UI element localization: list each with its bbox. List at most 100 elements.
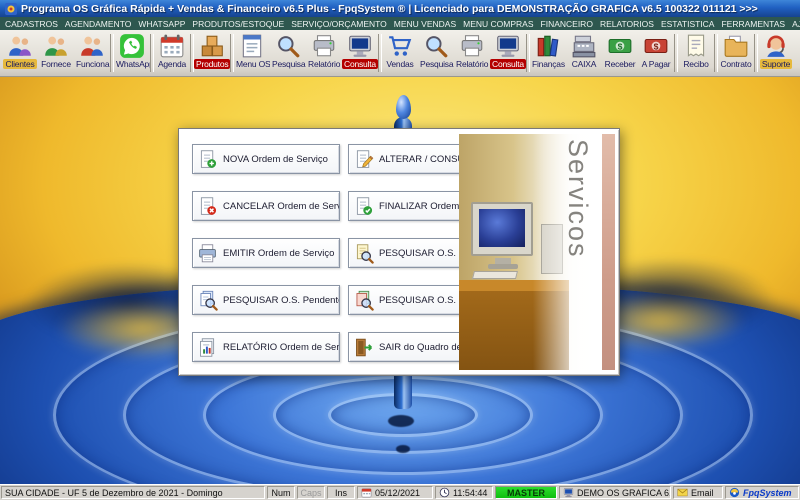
dialog-button-emitir-ordem-de-servico[interactable]: EMITIR Ordem de Serviço xyxy=(192,238,340,268)
photo-desk xyxy=(459,280,569,291)
toolbar-button-menu-os[interactable]: Menu OS xyxy=(234,31,270,75)
toolbar-button-consulta[interactable]: Consulta xyxy=(342,31,378,75)
calendar-icon xyxy=(159,33,185,59)
toolbar-button-financas[interactable]: Finanças xyxy=(530,31,566,75)
svg-text:$: $ xyxy=(654,41,659,51)
status-date: 05/12/2021 xyxy=(357,486,433,499)
status-location: SUA CIDADE - UF 5 de Dezembro de 2021 - … xyxy=(1,486,265,499)
dialog-button-nova-ordem-de-servico[interactable]: NOVA Ordem de Serviço xyxy=(192,144,340,174)
app-icon xyxy=(5,2,17,15)
menu-item-ajuda[interactable]: AJUDA xyxy=(792,19,800,29)
toolbar-button-pesquisa[interactable]: Pesquisa xyxy=(270,31,306,75)
toolbar-button-whatsapp[interactable]: WhatsApp xyxy=(114,31,150,75)
toolbar-button-receber[interactable]: $ Receber xyxy=(602,31,638,75)
people-blue-icon xyxy=(7,33,33,59)
people-red-icon xyxy=(79,33,105,59)
photo-monitor-base xyxy=(488,264,518,269)
search-icon xyxy=(275,33,301,59)
calendar-icon xyxy=(361,487,372,498)
photo-computer-tower xyxy=(541,224,563,274)
receipt-icon xyxy=(683,33,709,59)
printer-icon xyxy=(459,33,485,59)
toolbar-button-recibo[interactable]: Recibo xyxy=(678,31,714,75)
toolbar-label: Contrato xyxy=(720,59,752,69)
toolbar-label: Vendas xyxy=(386,59,414,69)
status-bar: SUA CIDADE - UF 5 de Dezembro de 2021 - … xyxy=(0,484,800,500)
doc-cancel-icon xyxy=(197,196,218,217)
water-drop-shadow xyxy=(388,415,414,427)
menu-item-whatsapp[interactable]: WHATSAPP xyxy=(138,19,185,29)
toolbar-label: Funciona xyxy=(76,59,110,69)
toolbar-button-produtos[interactable]: Produtos xyxy=(194,31,230,75)
toolbar-button-consulta[interactable]: Consulta xyxy=(490,31,526,75)
dialog-vertical-title: Servicos xyxy=(563,139,593,259)
toolbar-label: Consulta xyxy=(490,59,526,69)
dialog-button-relatorio-ordem-de-servicos[interactable]: RELATÓRIO Ordem de Serviços xyxy=(192,332,340,362)
toolbar-button-agenda[interactable]: Agenda xyxy=(154,31,190,75)
toolbar-button-caixa[interactable]: CAIXA xyxy=(566,31,602,75)
search-docs3-icon xyxy=(353,290,374,311)
menu-item-servico-orcamento[interactable]: SERVIÇO/ORÇAMENTO xyxy=(291,19,387,29)
menu-item-cadastros[interactable]: CADASTROS xyxy=(5,19,58,29)
menu-item-financeiro[interactable]: FINANCEIRO xyxy=(541,19,593,29)
dialog-button-label: RELATÓRIO Ordem de Serviços xyxy=(223,341,340,353)
printer-icon xyxy=(311,33,337,59)
dialog-button-label: EMITIR Ordem de Serviço xyxy=(223,247,335,259)
toolbar-button-relatorio[interactable]: Relatório xyxy=(306,31,342,75)
svg-text:$: $ xyxy=(618,41,623,51)
photo-monitor-stand xyxy=(495,258,511,264)
menu-item-produtos-estoque[interactable]: PRODUTOS/ESTOQUE xyxy=(192,19,284,29)
status-user-badge: MASTER xyxy=(495,486,557,499)
os-doc-icon xyxy=(239,33,265,59)
toolbar-button-contrato[interactable]: Contrato xyxy=(718,31,754,75)
exit-icon xyxy=(353,337,374,358)
people-green-icon xyxy=(43,33,69,59)
status-email-label: Email xyxy=(691,487,714,498)
water-droplet xyxy=(396,95,411,119)
title-bar[interactable]: Programa OS Gráfica Rápida + Vendas & Fi… xyxy=(0,0,800,17)
toolbar-button-clientes[interactable]: Clientes xyxy=(2,31,38,75)
search-docs2-icon xyxy=(197,290,218,311)
status-time: 11:54:44 xyxy=(435,486,493,499)
toolbar-label: Consulta xyxy=(342,59,378,69)
status-email-button[interactable]: Email xyxy=(673,486,723,499)
whatsapp-icon xyxy=(119,33,145,59)
toolbar-label: CAIXA xyxy=(571,59,597,69)
toolbar-button-a-pagar[interactable]: $ A Pagar xyxy=(638,31,674,75)
application-window: Programa OS Gráfica Rápida + Vendas & Fi… xyxy=(0,0,800,500)
status-caps-lock: Caps xyxy=(297,486,325,499)
menu-item-menu-compras[interactable]: MENU COMPRAS xyxy=(463,19,533,29)
status-num-lock: Num xyxy=(267,486,295,499)
toolbar-button-fornece[interactable]: Fornece xyxy=(38,31,74,75)
computer-icon xyxy=(563,487,574,498)
menu-item-relatorios[interactable]: RELATORIOS xyxy=(600,19,654,29)
toolbar-button-funciona[interactable]: Funciona xyxy=(74,31,110,75)
dialog-button-pesquisar-o-s-pendentes[interactable]: PESQUISAR O.S. Pendentes xyxy=(192,285,340,315)
status-brand-label: FpqSystem xyxy=(743,487,792,498)
status-date-value: 05/12/2021 xyxy=(375,487,421,498)
status-system-value: DEMO OS GRAFICA 6.5 xyxy=(577,487,671,498)
toolbar-button-pesquisa[interactable]: Pesquisa xyxy=(418,31,454,75)
toolbar-label: WhatsApp xyxy=(116,59,150,69)
menu-item-menu-vendas[interactable]: MENU VENDAS xyxy=(394,19,456,29)
search-icon xyxy=(423,33,449,59)
dialog-button-cancelar-ordem-de-servico[interactable]: CANCELAR Ordem de Serviço xyxy=(192,191,340,221)
support-icon xyxy=(763,33,789,59)
money-red-icon: $ xyxy=(643,33,669,59)
menu-item-ferramentas[interactable]: FERRAMENTAS xyxy=(721,19,785,29)
toolbar-button-vendas[interactable]: Vendas xyxy=(382,31,418,75)
toolbar-button-suporte[interactable]: Suporte xyxy=(758,31,794,75)
toolbar-label: Pesquisa xyxy=(272,59,306,69)
toolbar-label: Recibo xyxy=(683,59,709,69)
menu-item-estatistica[interactable]: ESTATISTICA xyxy=(661,19,715,29)
status-system-name: DEMO OS GRAFICA 6.5 xyxy=(559,486,671,499)
toolbar-button-relatorio[interactable]: Relatório xyxy=(454,31,490,75)
envelope-icon xyxy=(677,487,688,498)
status-insert: Ins xyxy=(327,486,355,499)
toolbar-label: Relatório xyxy=(456,59,489,69)
toolbar-label: Produtos xyxy=(194,59,230,69)
monitor-icon xyxy=(495,33,521,59)
report-icon xyxy=(197,337,218,358)
photo-monitor-screen xyxy=(479,209,525,247)
menu-item-agendamento[interactable]: AGENDAMENTO xyxy=(65,19,131,29)
